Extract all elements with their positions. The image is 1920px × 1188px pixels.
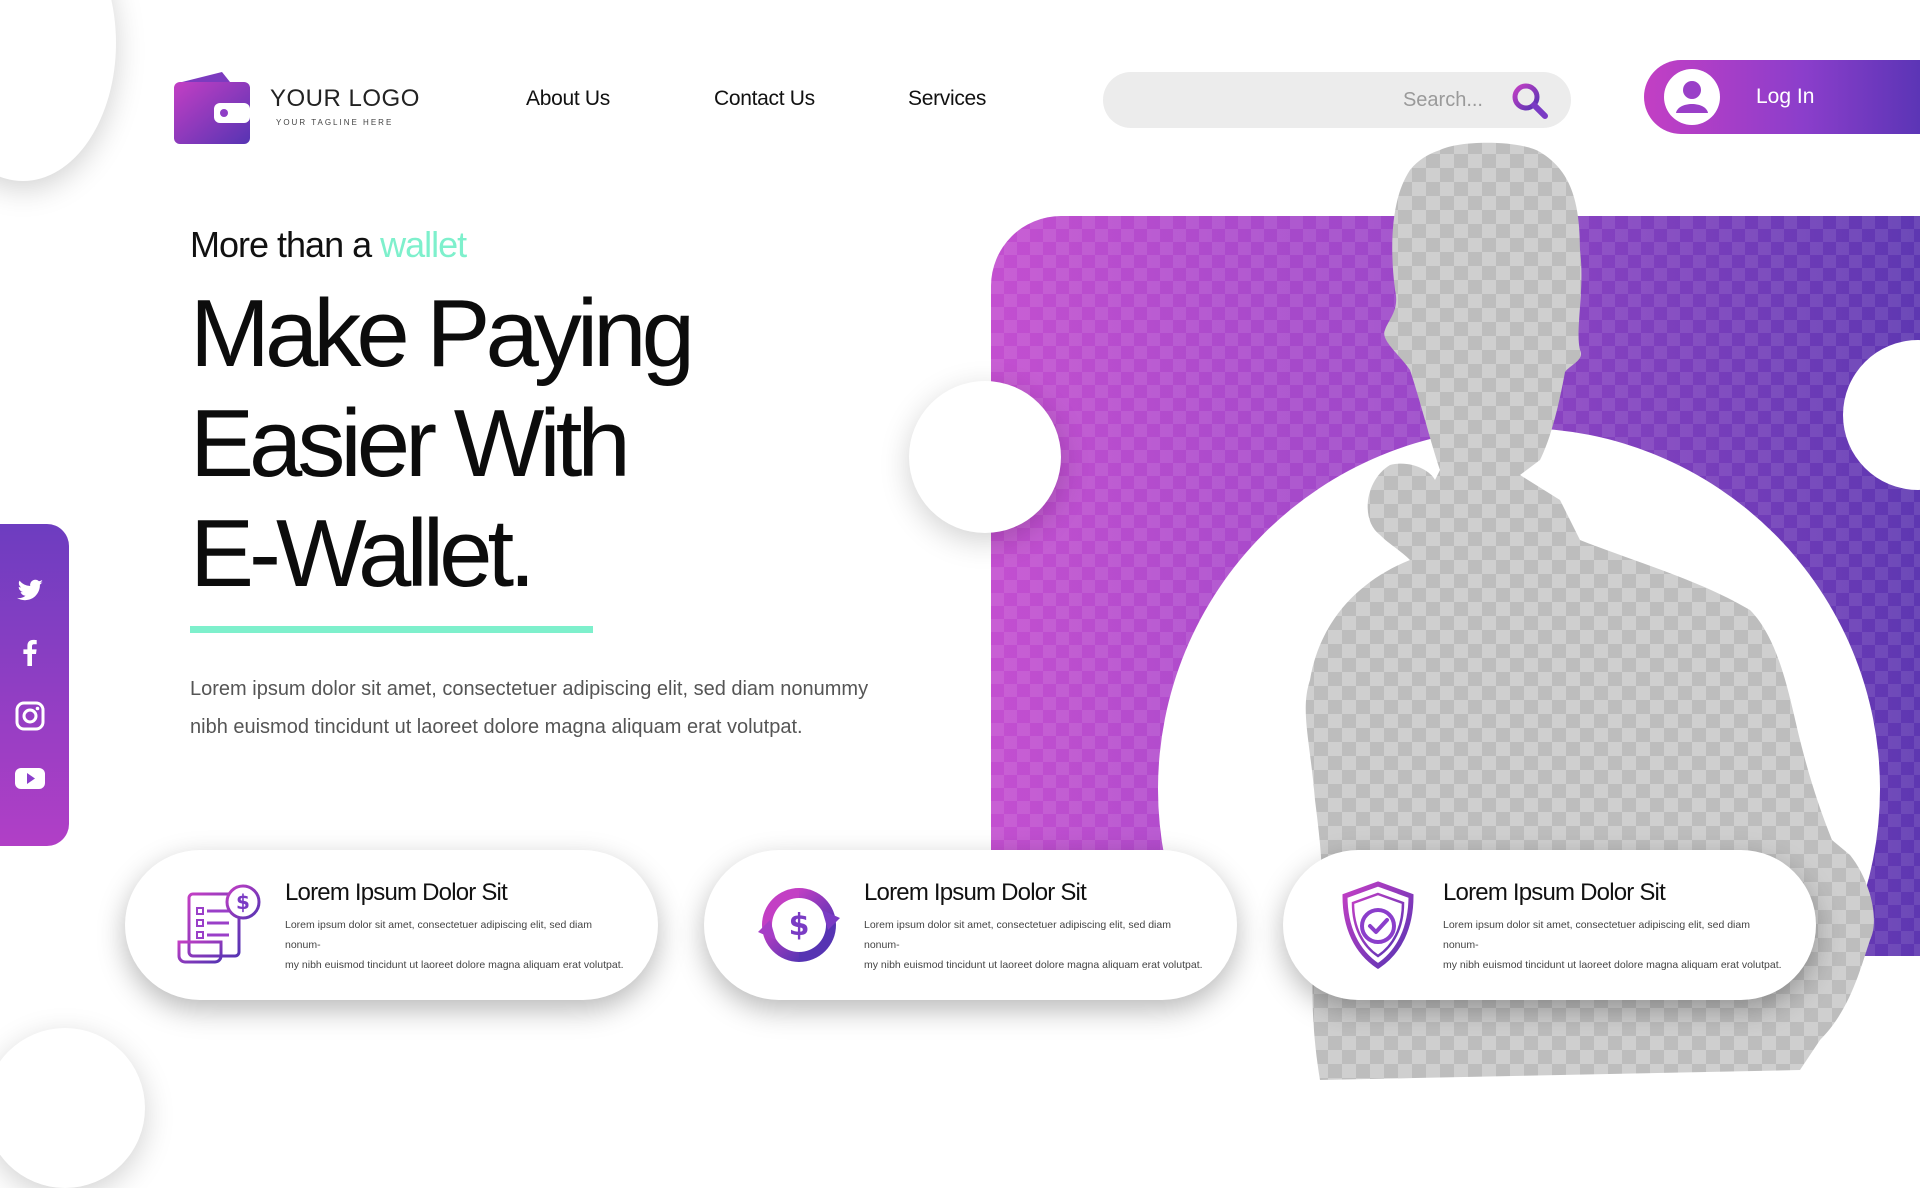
feature-body-line-1: Lorem ipsum dolor sit amet, consectetuer… [285, 919, 592, 951]
facebook-icon[interactable] [14, 636, 46, 668]
login-label: Log In [1756, 85, 1815, 108]
youtube-icon[interactable] [14, 762, 46, 794]
hero-subtitle-prefix: More than a [190, 224, 372, 265]
feature-title: Lorem Ipsum Dolor Sit [1443, 879, 1666, 906]
logo-tagline: YOUR TAGLINE HERE [276, 118, 394, 127]
search-input-placeholder[interactable]: Search... [1403, 89, 1483, 112]
nav-contact-us[interactable]: Contact Us [714, 87, 815, 111]
svg-text:$: $ [789, 908, 810, 943]
feature-body-line-2: my nibh euismod tincidunt ut laoreet dol… [1443, 959, 1782, 971]
nav-about-us[interactable]: About Us [526, 87, 610, 111]
search-icon[interactable] [1511, 82, 1549, 120]
hero-underline [190, 626, 593, 633]
feature-title: Lorem Ipsum Dolor Sit [285, 879, 508, 906]
feature-title: Lorem Ipsum Dolor Sit [864, 879, 1087, 906]
feature-body-line-2: my nibh euismod tincidunt ut laoreet dol… [864, 959, 1203, 971]
shield-check-icon [1342, 881, 1414, 970]
logo-text-block: YOUR LOGO YOUR TAGLINE HERE [270, 85, 420, 128]
wallet-icon [174, 72, 250, 144]
decor-circle-middle [909, 381, 1061, 533]
hero-subtitle-accent: wallet [380, 224, 467, 265]
social-sidebar [0, 524, 69, 846]
login-button[interactable]: Log In [1644, 60, 1920, 134]
instagram-icon[interactable] [14, 700, 46, 732]
feature-body-line-1: Lorem ipsum dolor sit amet, consectetuer… [864, 919, 1171, 951]
decor-circle-top-left [0, 0, 116, 181]
feature-card-1[interactable]: $ Lorem Ipsum Dolor Sit Lorem ipsum dolo… [125, 850, 658, 1000]
svg-text:$: $ [236, 890, 250, 914]
hero-title-line-3: E-Wallet. [190, 500, 536, 607]
user-avatar-icon [1664, 69, 1720, 125]
search-bar[interactable]: Search... [1103, 72, 1571, 128]
feature-body: Lorem ipsum dolor sit amet, consectetuer… [285, 915, 625, 975]
feature-card-3[interactable]: Lorem Ipsum Dolor Sit Lorem ipsum dolor … [1283, 850, 1816, 1000]
receipt-dollar-icon: $ [177, 884, 261, 964]
twitter-icon[interactable] [14, 574, 46, 606]
brand-logo[interactable]: YOUR LOGO YOUR TAGLINE HERE [174, 70, 420, 144]
logo-text: YOUR LOGO [270, 85, 420, 112]
feature-body-line-2: my nibh euismod tincidunt ut laoreet dol… [285, 959, 624, 971]
hero-title-line-2: Easier With [190, 390, 631, 497]
feature-body: Lorem ipsum dolor sit amet, consectetuer… [1443, 915, 1783, 975]
hero-title-line-1: Make Paying [190, 280, 695, 387]
feature-body: Lorem ipsum dolor sit amet, consectetuer… [864, 915, 1204, 975]
feature-body-line-1: Lorem ipsum dolor sit amet, consectetuer… [1443, 919, 1750, 951]
hero-body-line-1: Lorem ipsum dolor sit amet, consectetuer… [190, 678, 869, 700]
nav-services[interactable]: Services [908, 87, 986, 111]
feature-card-2[interactable]: $ Lorem Ipsum Dolor Sit Lorem ipsum dolo… [704, 850, 1237, 1000]
hero-body-line-2: nibh euismod tincidunt ut laoreet dolore… [190, 716, 803, 738]
dollar-exchange-icon: $ [758, 888, 840, 962]
decor-circle-bottom-left [0, 1028, 145, 1188]
hero-subtitle: More than a wallet [190, 224, 467, 266]
